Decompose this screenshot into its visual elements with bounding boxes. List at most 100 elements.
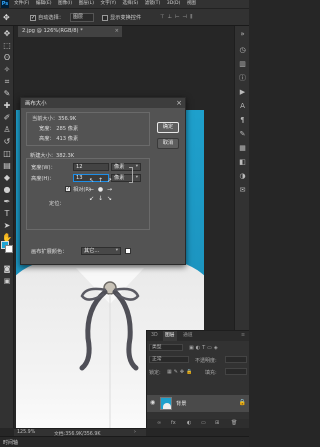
anchor-bottom-left[interactable]: ↙ bbox=[87, 194, 96, 203]
link-layers-icon[interactable]: ∞ bbox=[157, 420, 161, 426]
status-arrow-icon[interactable]: › bbox=[134, 430, 136, 435]
fx-icon[interactable]: fx bbox=[171, 420, 176, 426]
tab-3d[interactable]: 3D bbox=[149, 331, 160, 341]
height-label: 高度(H)： bbox=[31, 176, 55, 182]
quick-mask-icon[interactable]: ◙ bbox=[2, 264, 12, 275]
paragraph-icon[interactable]: ¶ bbox=[238, 116, 247, 125]
width-input[interactable]: 12 bbox=[73, 163, 109, 171]
fill-label: 填充: bbox=[205, 370, 217, 376]
filter-icons[interactable]: ▣◐T▭◈ bbox=[189, 345, 220, 351]
auto-select-checkbox[interactable]: ✓ bbox=[30, 15, 36, 21]
opacity-input[interactable] bbox=[225, 356, 247, 363]
cancel-button[interactable]: 取消 bbox=[157, 138, 179, 149]
current-width-text: 宽度： 285 像素 bbox=[39, 126, 79, 132]
gradient-icon[interactable]: ▤ bbox=[2, 160, 12, 171]
history-brush-icon[interactable]: ↺ bbox=[2, 136, 12, 147]
group-icon[interactable]: ▭ bbox=[201, 420, 206, 426]
notes-icon[interactable]: ✉ bbox=[238, 186, 247, 195]
anchor-top-left[interactable]: ↖ bbox=[87, 176, 96, 185]
menu-edit[interactable]: 编辑(E) bbox=[36, 1, 52, 6]
dodge-icon[interactable]: ● bbox=[2, 184, 12, 195]
show-transform-checkbox[interactable] bbox=[102, 15, 108, 21]
timeline-label[interactable]: 时间轴 bbox=[3, 439, 18, 446]
auto-select-dropdown[interactable]: 图层 bbox=[70, 13, 94, 22]
current-height-text: 高度： 413 像素 bbox=[39, 136, 79, 142]
stamp-icon[interactable]: ♙ bbox=[2, 124, 12, 135]
link-bracket-icon bbox=[129, 167, 133, 183]
extension-color-swatch[interactable] bbox=[125, 248, 131, 254]
anchor-center[interactable]: ● bbox=[96, 185, 105, 194]
brush-icon[interactable]: ✐ bbox=[2, 112, 12, 123]
timeline-bar: 时间轴 bbox=[0, 436, 249, 447]
menu-select[interactable]: 选择(S) bbox=[123, 1, 139, 6]
blur-icon[interactable]: ◆ bbox=[2, 172, 12, 183]
menu-file[interactable]: 文件(F) bbox=[14, 1, 29, 6]
actions-icon[interactable]: ▶ bbox=[238, 88, 247, 97]
relative-checkbox[interactable]: ✓ bbox=[65, 186, 71, 192]
properties-icon[interactable]: ▥ bbox=[238, 60, 247, 69]
menu-type[interactable]: 文字(Y) bbox=[100, 1, 116, 6]
move-tool-icon[interactable]: ✥ bbox=[3, 13, 13, 22]
width-unit-value: 像素 bbox=[114, 164, 125, 170]
menu-view[interactable]: 视图 bbox=[187, 1, 196, 6]
tools-panel: ✥ ⬚ ʘ ✧ ⌗ ✎ ✚ ✐ ♙ ↺ ◫ ▤ ◆ ● ✒ T ➤ ✋ ◙ ▣ bbox=[0, 26, 14, 428]
swatches-icon[interactable]: ▦ bbox=[238, 144, 247, 153]
healing-icon[interactable]: ✚ bbox=[2, 100, 12, 111]
menu-image[interactable]: 图像(I) bbox=[58, 1, 72, 6]
fill-input[interactable] bbox=[225, 368, 247, 375]
ok-button[interactable]: 确定 bbox=[157, 122, 179, 133]
blend-mode-value: 正常 bbox=[152, 357, 162, 362]
eye-icon[interactable]: ◉ bbox=[150, 399, 155, 406]
anchor-bottom-right[interactable]: ↘ bbox=[105, 194, 114, 203]
menu-layer[interactable]: 图层(L) bbox=[79, 1, 94, 6]
eyedropper-icon[interactable]: ✎ bbox=[2, 88, 12, 99]
tab-channels[interactable]: 通道 bbox=[181, 331, 195, 341]
zoom-level[interactable]: 125.9% bbox=[17, 430, 35, 435]
magic-wand-icon[interactable]: ✧ bbox=[2, 64, 12, 75]
pen-icon[interactable]: ✒ bbox=[2, 196, 12, 207]
styles-icon[interactable]: ◧ bbox=[238, 158, 247, 167]
blend-mode-select[interactable]: 正常 bbox=[149, 356, 189, 363]
anchor-left[interactable]: ← bbox=[87, 185, 96, 194]
width-unit-select[interactable]: 像素 ▾ bbox=[111, 163, 141, 171]
brush-preset-icon[interactable]: ✎ bbox=[238, 130, 247, 139]
history-icon[interactable]: ◷ bbox=[238, 46, 247, 55]
extension-color-select[interactable]: 其它... ▾ bbox=[81, 247, 121, 255]
tab-layers[interactable]: 图层 bbox=[163, 331, 177, 341]
eraser-icon[interactable]: ◫ bbox=[2, 148, 12, 159]
move-icon[interactable]: ✥ bbox=[2, 28, 12, 39]
dialog-close-icon[interactable]: × bbox=[176, 98, 182, 108]
anchor-right[interactable]: → bbox=[105, 185, 114, 194]
height-unit-select[interactable]: 像素 ▾ bbox=[111, 174, 141, 182]
layer-kind-select[interactable]: 类型 bbox=[149, 344, 183, 351]
document-tab[interactable]: 2.jpg @ 126%(RGB/8) * × bbox=[18, 26, 122, 37]
lock-row: 锁定: ▦✎✥🔒 填充: bbox=[149, 368, 248, 377]
lasso-icon[interactable]: ʘ bbox=[2, 52, 12, 63]
dialog-title: 画布大小 bbox=[25, 101, 47, 107]
anchor-top-right[interactable]: ↗ bbox=[105, 176, 114, 185]
adjustments-icon[interactable]: ◑ bbox=[238, 172, 247, 181]
type-icon[interactable]: T bbox=[2, 208, 12, 219]
adjustment-layer-icon[interactable]: ◐ bbox=[187, 420, 191, 426]
background-color-swatch[interactable] bbox=[5, 245, 13, 253]
new-layer-icon[interactable]: ⊞ bbox=[215, 420, 219, 426]
character-icon[interactable]: A bbox=[238, 102, 247, 111]
anchor-top[interactable]: ↑ bbox=[96, 176, 105, 185]
info-icon[interactable]: ⓘ bbox=[238, 74, 247, 83]
screen-mode-icon[interactable]: ▣ bbox=[2, 276, 12, 287]
crop-icon[interactable]: ⌗ bbox=[2, 76, 12, 87]
delete-layer-icon[interactable]: 🗑 bbox=[231, 420, 237, 426]
collapse-icon[interactable]: » bbox=[238, 30, 247, 39]
layer-row-background[interactable]: ◉ 背景 🔒 bbox=[147, 395, 249, 412]
path-select-icon[interactable]: ➤ bbox=[2, 220, 12, 231]
lock-icons[interactable]: ▦✎✥🔒 bbox=[167, 369, 194, 375]
marquee-icon[interactable]: ⬚ bbox=[2, 40, 12, 51]
menu-3d[interactable]: 3D(D) bbox=[167, 1, 181, 6]
layer-filter-row: 类型 ▣◐T▭◈ bbox=[149, 344, 248, 353]
menu-filter[interactable]: 滤镜(T) bbox=[145, 1, 161, 6]
align-icons[interactable]: ⊤⊥⊢⊣⫼ bbox=[160, 14, 195, 21]
panel-menu-icon[interactable]: ≡ bbox=[239, 331, 247, 341]
anchor-bottom[interactable]: ↓ bbox=[96, 194, 105, 203]
anchor-label: 定位： bbox=[49, 201, 65, 207]
close-tab-icon[interactable]: × bbox=[115, 26, 119, 37]
